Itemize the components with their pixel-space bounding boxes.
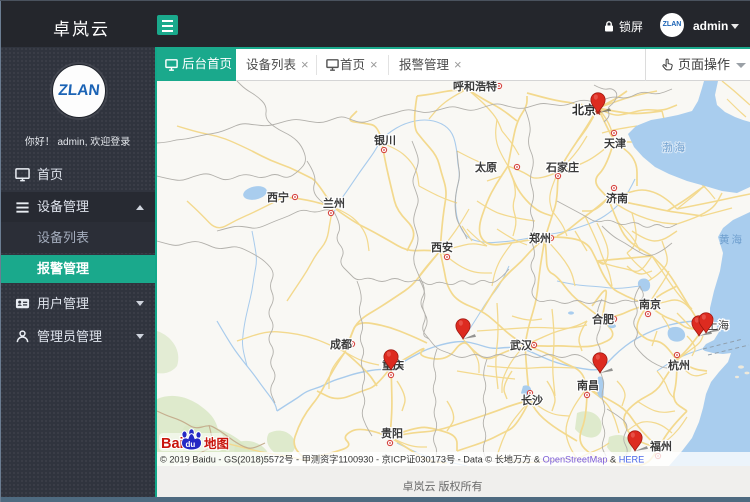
svg-text:兰州: 兰州 bbox=[323, 196, 345, 210]
svg-text:天津: 天津 bbox=[604, 136, 626, 150]
svg-text:太原: 太原 bbox=[474, 160, 497, 174]
svg-text:杭州: 杭州 bbox=[668, 358, 690, 372]
svg-text:银川: 银川 bbox=[374, 133, 396, 147]
svg-text:郑州: 郑州 bbox=[529, 231, 551, 245]
svg-text:渤海: 渤海 bbox=[662, 141, 687, 154]
svg-text:福州: 福州 bbox=[649, 439, 672, 453]
svg-text:长沙: 长沙 bbox=[521, 393, 543, 407]
svg-text:Bai: Bai bbox=[161, 436, 184, 452]
svg-text:济南: 济南 bbox=[606, 191, 628, 205]
svg-text:地图: 地图 bbox=[204, 436, 229, 451]
svg-text:南昌: 南昌 bbox=[577, 378, 599, 392]
svg-text:贵阳: 贵阳 bbox=[381, 426, 403, 440]
svg-text:南京: 南京 bbox=[639, 297, 661, 311]
svg-text:西安: 西安 bbox=[431, 240, 453, 254]
svg-text:成都: 成都 bbox=[330, 337, 352, 351]
svg-text:合肥: 合肥 bbox=[592, 312, 614, 326]
svg-text:呼和浩特: 呼和浩特 bbox=[453, 81, 497, 93]
svg-text:du: du bbox=[186, 440, 196, 449]
svg-text:黄海: 黄海 bbox=[719, 233, 744, 246]
svg-text:© 2019 Baidu - GS(2018)5572号 -: © 2019 Baidu - GS(2018)5572号 - 甲测资字11009… bbox=[160, 454, 644, 465]
svg-text:石家庄: 石家庄 bbox=[545, 160, 579, 174]
svg-text:西宁: 西宁 bbox=[267, 190, 289, 204]
svg-text:武汉: 武汉 bbox=[510, 338, 533, 352]
